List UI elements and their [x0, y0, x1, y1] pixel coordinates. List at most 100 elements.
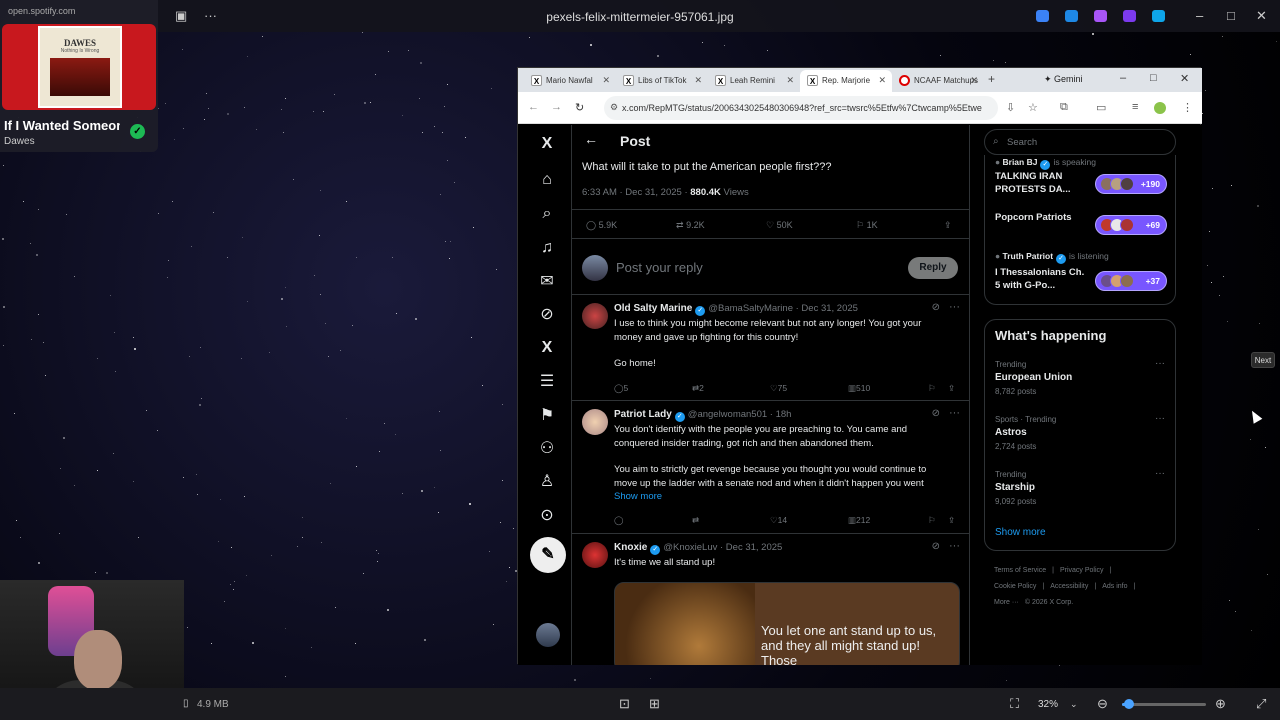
app-icon-blue[interactable]	[1065, 10, 1078, 22]
gemini-button[interactable]: ✦ Gemini	[1044, 74, 1083, 85]
space-title[interactable]: I Thessalonians Ch. 5 with G-Po...	[995, 267, 1091, 292]
zoom-out-icon[interactable]: ⊖	[1097, 696, 1108, 712]
more-options-icon[interactable]: ···	[949, 301, 960, 313]
space-title[interactable]: Popcorn Patriots	[995, 212, 1091, 225]
trend-name[interactable]: Starship	[995, 482, 1035, 493]
zoom-level[interactable]: 32%	[1038, 699, 1058, 710]
more-options-icon[interactable]: ···	[949, 540, 960, 552]
avatar[interactable]	[582, 409, 608, 435]
reply-author[interactable]: Old Salty Marine	[614, 303, 692, 314]
spotify-now-playing-widget[interactable]: open.spotify.com DAWES Nothing Is Wrong …	[0, 0, 158, 152]
copilot-icon[interactable]	[1036, 10, 1049, 22]
bookmark-action[interactable]: ⚐ 1K	[856, 220, 878, 231]
browser-close-icon[interactable]: ✕	[1180, 72, 1189, 85]
compose-post-button[interactable]: ✎	[530, 537, 566, 573]
profile-avatar[interactable]	[1154, 102, 1166, 114]
views-action[interactable]: ▥ 212	[848, 515, 870, 526]
zoom-in-icon[interactable]: ⊕	[1215, 696, 1226, 712]
home-icon[interactable]: ⌂	[536, 169, 558, 191]
share-icon[interactable]: ⇪	[948, 515, 955, 526]
communities-icon[interactable]: ⚇	[536, 438, 558, 460]
tab-close-icon[interactable]: ✕	[694, 75, 702, 86]
tweet-time[interactable]: 6:33 AM · Dec 31, 2025 ·	[582, 187, 688, 198]
trend-more-icon[interactable]: ···	[1155, 413, 1165, 424]
tab-leah-remini[interactable]: X Leah Remini ✕	[708, 70, 800, 92]
app-icon-purple[interactable]	[1094, 10, 1107, 22]
bookmark-icon[interactable]: ⚐	[928, 515, 936, 526]
repost-action[interactable]: ⇄ 9.2K	[676, 220, 705, 231]
grok-icon[interactable]: ⊘	[932, 302, 940, 313]
fit-screen-icon[interactable]: ⊡	[619, 696, 630, 712]
tab-close-icon[interactable]: ✕	[970, 75, 978, 86]
like-action[interactable]: ♡ 14	[770, 515, 787, 526]
bookmarks-icon[interactable]: ⚑	[536, 405, 558, 427]
split-view-icon[interactable]: ▭	[1096, 101, 1106, 114]
zoom-dropdown-icon[interactable]: ⌄	[1070, 699, 1078, 710]
zoom-slider[interactable]	[1122, 699, 1206, 709]
tab-close-icon[interactable]: ✕	[878, 75, 886, 86]
reply-author[interactable]: Patriot Lady	[614, 409, 672, 420]
more-circle-icon[interactable]: ⊙	[536, 505, 558, 527]
back-arrow-icon[interactable]: ←	[584, 131, 598, 147]
reply-tweet[interactable]: Knoxie ✓ @KnoxieLuv · Dec 31, 2025 ⊘ ··· I…	[572, 534, 969, 665]
avatar[interactable]	[582, 303, 608, 329]
space-listeners-pill[interactable]: +190	[1095, 174, 1167, 194]
like-action[interactable]: ♡ 50K	[766, 220, 793, 231]
browser-minimize-icon[interactable]: –	[1120, 72, 1126, 84]
extensions-icon[interactable]: ⧉	[1060, 101, 1068, 114]
space-listeners-pill[interactable]: +69	[1095, 215, 1167, 235]
repost-action[interactable]: ⇄ 2	[692, 383, 704, 394]
saved-check-icon[interactable]: ✓	[130, 124, 145, 139]
grok-icon[interactable]: ⊘	[536, 304, 558, 326]
menu-icon[interactable]: ⋮	[1182, 101, 1193, 114]
trend-more-icon[interactable]: ···	[1155, 468, 1165, 479]
cloud-icon[interactable]	[1152, 10, 1165, 22]
cookie-link[interactable]: Cookie Policy	[994, 583, 1036, 590]
avatar[interactable]	[582, 542, 608, 568]
trend-name[interactable]: European Union	[995, 372, 1072, 383]
more-link[interactable]: More ···	[994, 599, 1019, 606]
browser-maximize-icon[interactable]: □	[1150, 72, 1157, 84]
reply-button[interactable]: Reply	[908, 257, 958, 279]
zoom-slider-knob[interactable]	[1123, 699, 1134, 709]
space-title[interactable]: TALKING IRAN PROTESTS DA...	[995, 171, 1091, 196]
fullscreen-icon[interactable]: ⤢	[1256, 696, 1266, 712]
premium-x-icon[interactable]: X	[536, 337, 558, 359]
show-more-link[interactable]: Show more	[614, 490, 958, 504]
tab-mario-nawfal[interactable]: X Mario Nawfal ✕	[524, 70, 616, 92]
ads-info-link[interactable]: Ads info	[1102, 583, 1127, 590]
url-field[interactable]: ⚙ x.com/RepMTG/status/200634302548030694…	[604, 96, 998, 120]
tab-close-icon[interactable]: ✕	[786, 75, 794, 86]
trend-more-icon[interactable]: ···	[1155, 358, 1165, 369]
tab-close-icon[interactable]: ✕	[602, 75, 610, 86]
text-recognize-icon[interactable]: ⊞	[649, 696, 660, 712]
site-info-icon[interactable]: ⚙	[610, 102, 618, 113]
notifications-bell-icon[interactable]: ♫	[536, 237, 558, 259]
grok-icon[interactable]: ⊘	[932, 541, 940, 552]
reply-action[interactable]: ◯ 5	[614, 383, 628, 394]
space-listeners-pill[interactable]: +37	[1095, 271, 1167, 291]
reply-action[interactable]: ◯	[614, 515, 624, 526]
tab-ncaaf[interactable]: NCAAF Matchups ✕	[892, 70, 984, 92]
reply-tweet[interactable]: Old Salty Marine ✓ @BamaSaltyMarine · Dec …	[572, 295, 969, 401]
reload-icon[interactable]: ↻	[575, 101, 584, 114]
reply-tweet[interactable]: Patriot Lady ✓ @angelwoman501 · 18h ⊘ ··· …	[572, 401, 969, 534]
show-more-link[interactable]: Show more	[995, 527, 1046, 538]
x-logo-icon[interactable]: X	[536, 133, 558, 155]
grok-icon[interactable]: ⊘	[932, 408, 940, 419]
back-icon[interactable]: ←	[528, 101, 539, 113]
share-icon[interactable]: ⇪	[948, 383, 955, 394]
install-icon[interactable]: ⇩	[1006, 101, 1015, 114]
like-action[interactable]: ♡ 75	[770, 383, 787, 394]
accessibility-link[interactable]: Accessibility	[1050, 583, 1088, 590]
terms-link[interactable]: Terms of Service	[994, 567, 1046, 574]
bookmark-icon[interactable]: ⚐	[928, 383, 936, 394]
reply-handle[interactable]: @KnoxieLuv · Dec 31, 2025	[663, 542, 782, 553]
share-icon[interactable]: ⇪	[944, 220, 952, 231]
minimize-icon[interactable]: –	[1196, 8, 1203, 23]
views-action[interactable]: ▥ 510	[848, 383, 870, 394]
account-avatar[interactable]	[536, 623, 560, 647]
tab-libs-of-tiktok[interactable]: X Libs of TikTok ✕	[616, 70, 708, 92]
reply-input[interactable]: Post your reply	[616, 260, 703, 275]
reply-handle[interactable]: @BamaSaltyMarine · Dec 31, 2025	[708, 303, 858, 314]
